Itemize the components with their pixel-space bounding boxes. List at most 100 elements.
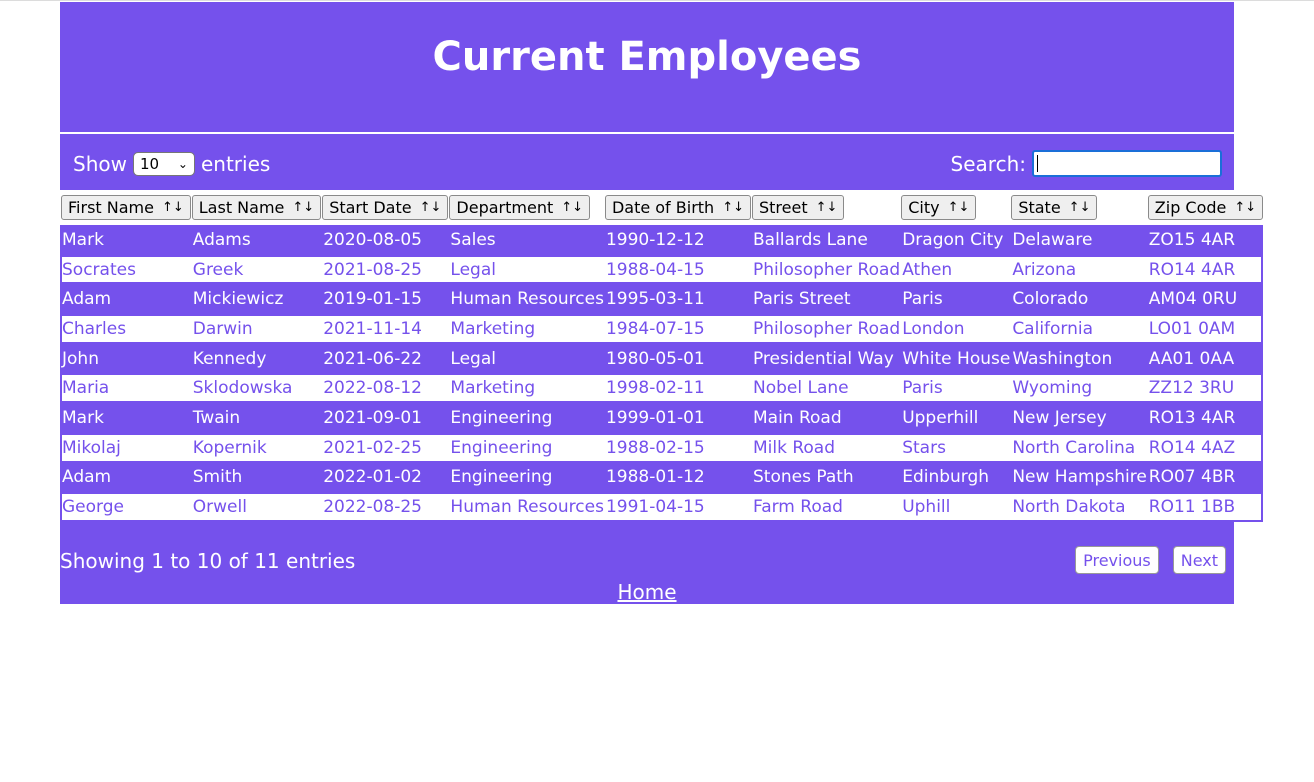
column-header: State ↑↓ <box>1010 190 1146 225</box>
text-caret <box>1037 155 1038 172</box>
table-cell: Mickiewicz <box>192 289 284 310</box>
employees-panel: Current Employees Show 10 ⌄ entries Sear… <box>60 2 1264 604</box>
table-cell: Athen <box>902 259 953 280</box>
table-row: Mark Twain 2021-09-01 Engineering 1999-01-01… <box>60 403 1264 433</box>
table-cell: Engineering <box>450 407 553 428</box>
column-header: First Name ↑↓ <box>60 190 191 225</box>
table-cell: Charles <box>62 318 127 339</box>
sort-arrows-icon: ↑↓ <box>1068 200 1091 215</box>
home-link[interactable]: Home <box>60 580 1234 604</box>
chevron-down-icon: ⌄ <box>177 157 188 171</box>
column-header: Zip Code ↑↓ <box>1147 190 1264 225</box>
table-cell: Sales <box>450 229 496 250</box>
table-cell: Marketing <box>450 318 536 339</box>
table-cell: Edinburgh <box>902 467 990 488</box>
column-label: Department <box>456 198 554 217</box>
sort-button[interactable]: First Name ↑↓ <box>61 195 191 220</box>
table-cell: 2021-08-25 <box>323 259 422 280</box>
show-label: Show <box>73 152 127 176</box>
table-cell: Socrates <box>62 259 136 280</box>
table-cell: 2022-01-02 <box>323 467 422 488</box>
table-cell: Main Road <box>752 407 842 428</box>
next-button[interactable]: Next <box>1172 546 1226 574</box>
table-cell: Philosopher Road <box>752 318 901 339</box>
table-cell: 2021-11-14 <box>323 318 422 339</box>
sort-button[interactable]: Street ↑↓ <box>751 195 845 220</box>
table-cell: Legal <box>450 259 496 280</box>
table-cell: Arizona <box>1012 259 1077 280</box>
sort-button[interactable]: Last Name ↑↓ <box>191 195 322 220</box>
column-header: Start Date ↑↓ <box>321 190 449 225</box>
table-cell: Sklodowska <box>192 378 293 399</box>
table-cell: 1988-02-15 <box>605 437 705 458</box>
table-cell: Greek <box>192 259 244 280</box>
entries-select-value: 10 <box>139 155 160 173</box>
table-row: Charles Darwin 2021-11-14 Marketing 1984-07-… <box>60 314 1264 344</box>
table-cell: Kopernik <box>192 437 267 458</box>
table-row: Adam Mickiewicz 2019-01-15 Human Resources 1… <box>60 284 1264 315</box>
table-cell: 2022-08-25 <box>323 497 422 518</box>
table-cell: 1988-04-15 <box>605 259 705 280</box>
table-cell: California <box>1012 318 1094 339</box>
sort-arrows-icon: ↑↓ <box>561 200 584 215</box>
table-cell: 2021-09-01 <box>323 407 422 428</box>
sort-button[interactable]: Department ↑↓ <box>449 195 591 220</box>
sort-arrows-icon: ↑↓ <box>292 200 315 215</box>
table-cell: RO11 1BB <box>1148 497 1236 518</box>
column-label: Zip Code <box>1154 198 1227 217</box>
table-cell: Presidential Way <box>752 348 894 369</box>
table-controls: Show 10 ⌄ entries Search: <box>60 134 1234 190</box>
table-cell: Human Resources <box>450 289 604 310</box>
search-input[interactable] <box>1032 150 1222 177</box>
table-cell: RO14 4AR <box>1148 259 1236 280</box>
table-cell: LO01 0AM <box>1148 318 1236 339</box>
sort-button[interactable]: City ↑↓ <box>901 195 977 220</box>
table-cell: Paris Street <box>752 289 851 310</box>
table-cell: John <box>62 348 99 369</box>
column-label: City <box>908 198 940 217</box>
table-row: Socrates Greek 2021-08-25 Legal 1988-04-15 Ph… <box>60 254 1264 285</box>
previous-button[interactable]: Previous <box>1075 546 1159 574</box>
pagination: Previous Next <box>1075 546 1226 574</box>
table-cell: 2019-01-15 <box>323 289 422 310</box>
sort-button[interactable]: State ↑↓ <box>1011 195 1098 220</box>
top-border <box>0 0 1314 1</box>
sort-button[interactable]: Start Date ↑↓ <box>322 195 449 220</box>
search-control: Search: <box>951 150 1222 177</box>
table-cell: Adam <box>62 467 112 488</box>
table-cell: Maria <box>62 378 110 399</box>
column-header: Date of Birth ↑↓ <box>604 190 751 225</box>
sort-button[interactable]: Zip Code ↑↓ <box>1147 195 1264 220</box>
table-cell: 2021-02-25 <box>323 437 422 458</box>
table-cell: Mark <box>62 407 104 428</box>
column-header: Department ↑↓ <box>448 190 604 225</box>
table-cell: North Carolina <box>1012 437 1136 458</box>
sort-arrows-icon: ↑↓ <box>161 200 184 215</box>
column-header: Last Name ↑↓ <box>191 190 322 225</box>
table-cell: RO07 4BR <box>1148 467 1236 488</box>
column-label: Last Name <box>198 198 285 217</box>
sort-arrows-icon: ↑↓ <box>1234 200 1257 215</box>
table-cell: AM04 0RU <box>1148 289 1238 310</box>
table-row: Mikolaj Kopernik 2021-02-25 Engineering 1988… <box>60 432 1264 463</box>
table-cell: Delaware <box>1012 229 1093 250</box>
table-cell: Philosopher Road <box>752 259 901 280</box>
table-info: Showing 1 to 10 of 11 entries <box>60 549 356 573</box>
table-cell: ZZ12 3RU <box>1148 378 1235 399</box>
table-cell: Stones Path <box>752 467 854 488</box>
table-cell: New Jersey <box>1012 407 1107 428</box>
table-cell: North Dakota <box>1012 497 1126 518</box>
table-cell: Smith <box>192 467 243 488</box>
table-cell: 2021-06-22 <box>323 348 422 369</box>
table-cell: New Hampshire <box>1012 467 1147 488</box>
sort-button[interactable]: Date of Birth ↑↓ <box>604 195 751 220</box>
table-cell: Stars <box>902 437 946 458</box>
entries-control: Show 10 ⌄ entries <box>73 152 270 176</box>
table-cell: 1998-02-11 <box>605 378 705 399</box>
table-cell: Wyoming <box>1012 378 1093 399</box>
column-header: City ↑↓ <box>900 190 1010 225</box>
entries-select[interactable]: 10 ⌄ <box>132 152 195 176</box>
table-body: Mark Adams 2020-08-05 Sales 1990-12-12 Ballar… <box>60 225 1264 522</box>
table-cell: AA01 0AA <box>1148 348 1235 369</box>
column-label: Start Date <box>329 198 412 217</box>
